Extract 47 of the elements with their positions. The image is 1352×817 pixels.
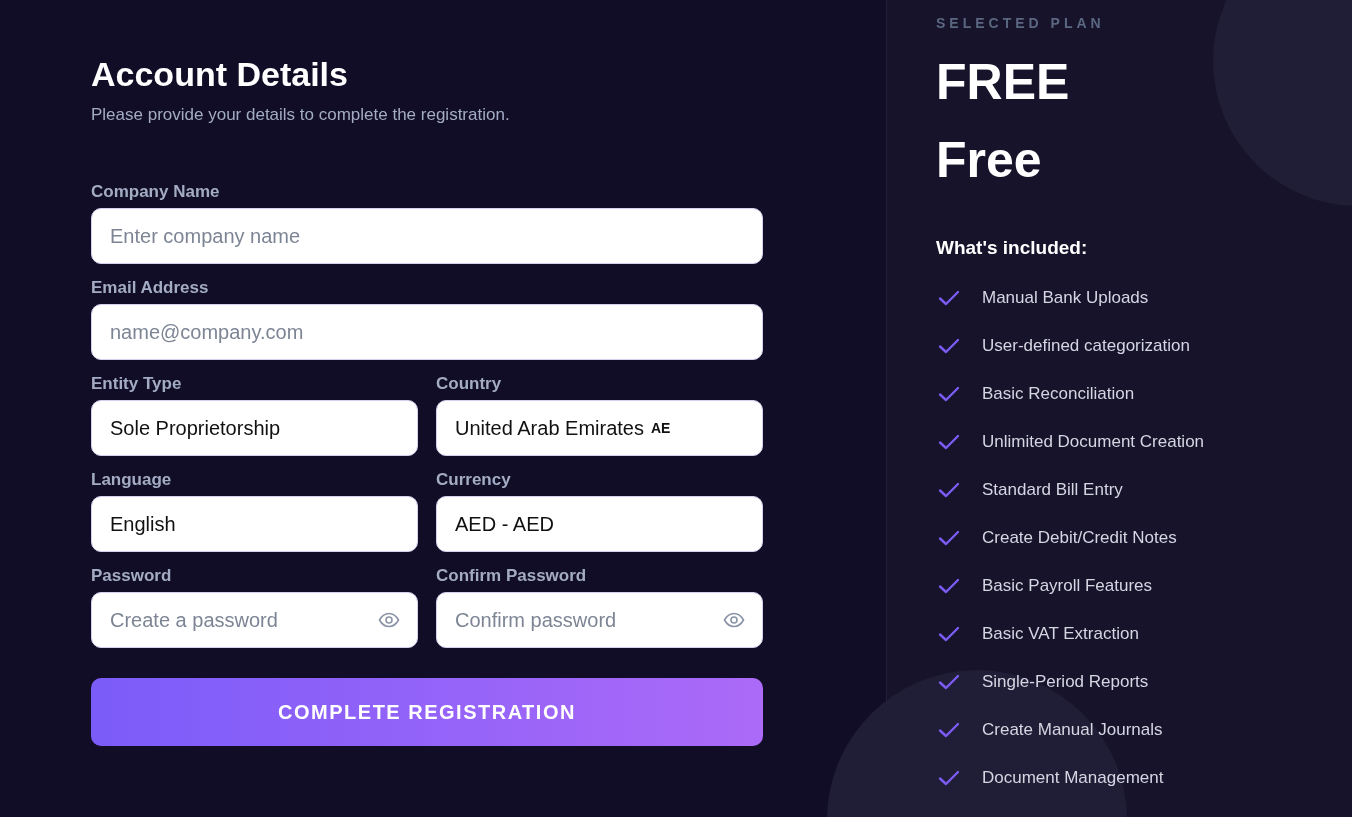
feature-item: Document Management bbox=[982, 768, 1164, 788]
field-label: Currency bbox=[436, 470, 511, 490]
check-icon bbox=[938, 674, 960, 690]
field-label: Confirm Password bbox=[436, 566, 587, 586]
check-icon bbox=[938, 338, 960, 354]
field-label: Company Name bbox=[91, 182, 220, 202]
feature-item: Create Debit/Credit Notes bbox=[982, 528, 1177, 548]
password-field[interactable]: Confirm password bbox=[436, 592, 763, 648]
form-subtitle: Please provide your details to complete the registration. bbox=[91, 104, 511, 126]
plan-price: Free bbox=[936, 131, 1043, 190]
select-field[interactable]: United Arab Emirates AE bbox=[436, 400, 763, 456]
feature-item: Basic VAT Extraction bbox=[982, 624, 1139, 644]
input-field[interactable]: name@company.com bbox=[91, 304, 763, 360]
check-icon bbox=[938, 386, 960, 402]
features-title: What's included: bbox=[936, 236, 1089, 260]
select-field[interactable]: AED - AED bbox=[436, 496, 763, 552]
check-icon bbox=[938, 722, 960, 738]
feature-item: Standard Bill Entry bbox=[982, 480, 1123, 500]
input-field[interactable]: Enter company name bbox=[91, 208, 763, 264]
feature-item: User-defined categorization bbox=[982, 336, 1190, 356]
plan-name: FREE bbox=[936, 53, 1071, 112]
check-icon bbox=[938, 626, 960, 642]
check-icon bbox=[938, 434, 960, 450]
field-label: Country bbox=[436, 374, 502, 394]
check-icon bbox=[938, 578, 960, 594]
check-icon bbox=[938, 530, 960, 546]
feature-item: Basic Reconciliation bbox=[982, 384, 1135, 404]
select-field[interactable]: English bbox=[91, 496, 418, 552]
field-label: Entity Type bbox=[91, 374, 182, 394]
feature-item: Unlimited Document Creation bbox=[982, 432, 1205, 452]
feature-item: Create Manual Journals bbox=[982, 720, 1163, 740]
field-label: Password bbox=[91, 566, 172, 586]
form-title: Account Details bbox=[91, 54, 349, 94]
feature-item: Single-Period Reports bbox=[982, 672, 1149, 692]
plan-eyebrow: SELECTED PLAN bbox=[936, 14, 1106, 32]
eye-icon[interactable] bbox=[378, 612, 400, 628]
feature-item: Basic Payroll Features bbox=[982, 576, 1153, 596]
field-label: Email Address bbox=[91, 278, 209, 298]
check-icon bbox=[938, 770, 960, 786]
eye-icon[interactable] bbox=[723, 612, 745, 628]
complete-registration-button[interactable]: COMPLETE REGISTRATION bbox=[91, 678, 763, 746]
password-field[interactable]: Create a password bbox=[91, 592, 418, 648]
feature-item: Manual Bank Uploads bbox=[982, 288, 1149, 308]
check-icon bbox=[938, 482, 960, 498]
check-icon bbox=[938, 290, 960, 306]
select-field[interactable]: Sole Proprietorship bbox=[91, 400, 418, 456]
field-label: Language bbox=[91, 470, 172, 490]
